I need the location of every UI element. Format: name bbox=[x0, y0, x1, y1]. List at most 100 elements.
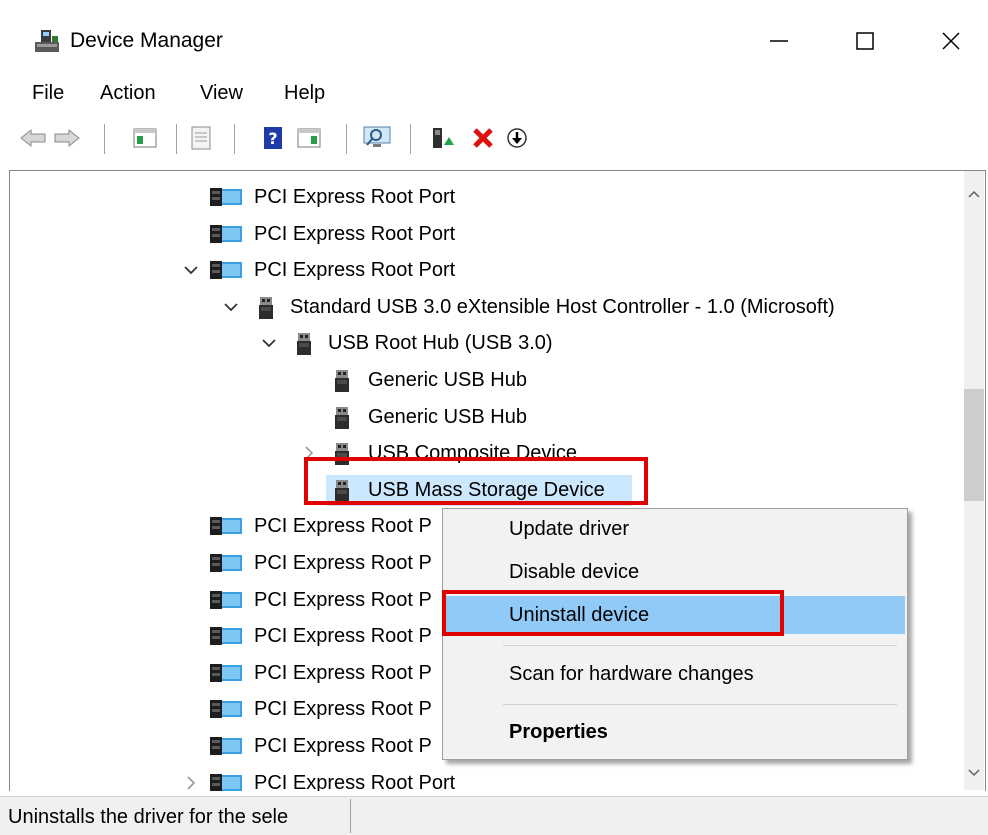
pci-device-icon bbox=[210, 552, 242, 580]
tree-item-label: USB Root Hub (USB 3.0) bbox=[328, 332, 553, 355]
toolbar-separator bbox=[176, 124, 177, 154]
window-title: Device Manager bbox=[70, 29, 223, 52]
uninstall-button[interactable] bbox=[466, 118, 500, 158]
update-driver-button[interactable] bbox=[426, 118, 460, 158]
menu-bar: File Action View Help bbox=[0, 76, 988, 110]
properties-icon bbox=[191, 126, 211, 150]
menu-separator bbox=[503, 645, 897, 646]
scrollbar-thumb[interactable] bbox=[964, 389, 984, 501]
menu-item-disable-device[interactable]: Disable device bbox=[443, 553, 905, 591]
close-icon bbox=[942, 32, 960, 50]
status-text: Uninstalls the driver for the sele bbox=[8, 806, 289, 828]
tree-item[interactable]: USB Root Hub (USB 3.0) bbox=[10, 326, 960, 361]
tree-item-label: PCI Express Root Port bbox=[254, 186, 456, 208]
usb-plug-icon bbox=[332, 369, 352, 401]
download-icon bbox=[507, 128, 527, 148]
menu-item-label: Update driver bbox=[509, 518, 630, 540]
usb-plug-icon bbox=[332, 406, 352, 438]
menu-file[interactable]: File bbox=[30, 76, 66, 110]
device-manager-icon bbox=[35, 30, 59, 52]
pci-device-icon bbox=[210, 772, 242, 791]
toolbar-separator bbox=[234, 124, 235, 154]
tree-item-label: Generic USB Hub bbox=[368, 369, 527, 391]
forward-button[interactable] bbox=[50, 118, 84, 158]
toolbar-separator bbox=[104, 124, 105, 154]
pci-device-icon bbox=[210, 186, 242, 214]
console-tree-icon bbox=[133, 128, 157, 148]
vertical-scrollbar[interactable] bbox=[964, 171, 984, 790]
maximize-icon bbox=[856, 32, 874, 50]
pci-device-icon bbox=[210, 515, 242, 543]
chevron-down-icon[interactable] bbox=[182, 261, 200, 279]
tree-item-label: PCI Express Root P bbox=[254, 552, 432, 574]
monitor-icon bbox=[363, 126, 391, 147]
tree-item-label: PCI Express Root P bbox=[254, 515, 432, 538]
title-bar: Device Manager bbox=[0, 0, 988, 80]
minimize-icon bbox=[770, 40, 788, 42]
menu-action[interactable]: Action bbox=[98, 76, 158, 110]
tree-item-label: PCI Express Root Port bbox=[254, 259, 456, 282]
tree-item[interactable]: Generic USB Hub bbox=[10, 363, 960, 398]
selected-device-highlight bbox=[304, 457, 648, 505]
menu-item-scan-hardware[interactable]: Scan for hardware changes bbox=[443, 655, 905, 693]
tree-item[interactable]: Standard USB 3.0 eXtensible Host Control… bbox=[10, 290, 960, 325]
menu-item-label: Scan for hardware changes bbox=[509, 663, 754, 685]
menu-item-label: Properties bbox=[509, 721, 608, 743]
tree-item-label: PCI Express Root P bbox=[254, 661, 432, 684]
forward-icon bbox=[54, 128, 80, 148]
menu-item-properties[interactable]: Properties bbox=[443, 713, 905, 751]
tree-item[interactable]: PCI Express Root Port bbox=[10, 766, 960, 791]
pci-device-icon bbox=[210, 223, 242, 251]
tree-item[interactable]: PCI Express Root Port bbox=[10, 217, 960, 252]
close-button[interactable] bbox=[924, 20, 978, 62]
pci-device-icon bbox=[210, 259, 242, 287]
help-icon: ? bbox=[264, 127, 282, 149]
update-driver-icon bbox=[433, 128, 454, 148]
uninstall-icon bbox=[473, 128, 493, 148]
properties-button[interactable] bbox=[184, 118, 218, 158]
menu-help[interactable]: Help bbox=[282, 76, 327, 110]
maximize-button[interactable] bbox=[838, 20, 892, 62]
show-hide-console-tree-button[interactable] bbox=[128, 118, 162, 158]
scroll-up-icon[interactable] bbox=[968, 189, 980, 199]
toolbar-separator bbox=[410, 124, 411, 154]
back-button[interactable] bbox=[16, 118, 50, 158]
enable-device-button[interactable] bbox=[500, 118, 534, 158]
tree-item-label: PCI Express Root Port bbox=[254, 222, 456, 245]
action-pane-icon bbox=[297, 128, 321, 148]
menu-view[interactable]: View bbox=[198, 76, 245, 110]
show-action-pane-button[interactable] bbox=[292, 118, 326, 158]
pci-device-icon bbox=[210, 589, 242, 617]
uninstall-highlight bbox=[442, 590, 784, 636]
toolbar-separator bbox=[346, 124, 347, 154]
chevron-right-icon[interactable] bbox=[182, 774, 200, 791]
menu-item-label: Disable device bbox=[509, 561, 640, 583]
tree-item-label: PCI Express Root P bbox=[254, 588, 432, 611]
tree-item[interactable]: Generic USB Hub bbox=[10, 400, 960, 435]
usb-plug-icon bbox=[256, 296, 276, 328]
usb-plug-icon bbox=[294, 332, 314, 364]
tree-item-label: PCI Express Root P bbox=[254, 735, 432, 757]
minimize-button[interactable] bbox=[752, 20, 806, 62]
pci-device-icon bbox=[210, 735, 242, 763]
chevron-down-icon[interactable] bbox=[222, 298, 240, 316]
tree-item-label: PCI Express Root Port bbox=[254, 771, 456, 791]
help-button[interactable]: ? bbox=[256, 118, 290, 158]
tree-item-label: Standard USB 3.0 eXtensible Host Control… bbox=[290, 295, 835, 318]
back-icon bbox=[20, 128, 46, 148]
chevron-down-icon[interactable] bbox=[260, 334, 278, 352]
pci-device-icon bbox=[210, 662, 242, 690]
scan-monitor-button[interactable] bbox=[360, 118, 394, 158]
menu-separator bbox=[503, 704, 897, 705]
tree-item[interactable]: PCI Express Root Port bbox=[10, 253, 960, 288]
tree-item-label: PCI Express Root P bbox=[254, 698, 432, 721]
status-separator bbox=[350, 799, 351, 833]
tree-item-label: PCI Express Root P bbox=[254, 625, 432, 648]
svg-text:?: ? bbox=[268, 129, 277, 148]
toolbar: ? bbox=[0, 118, 988, 162]
scroll-down-icon[interactable] bbox=[968, 768, 980, 778]
tree-item[interactable]: PCI Express Root Port bbox=[10, 180, 960, 215]
menu-item-update-driver[interactable]: Update driver bbox=[443, 510, 905, 548]
tree-item-label: Generic USB Hub bbox=[368, 405, 527, 428]
pci-device-icon bbox=[210, 698, 242, 726]
